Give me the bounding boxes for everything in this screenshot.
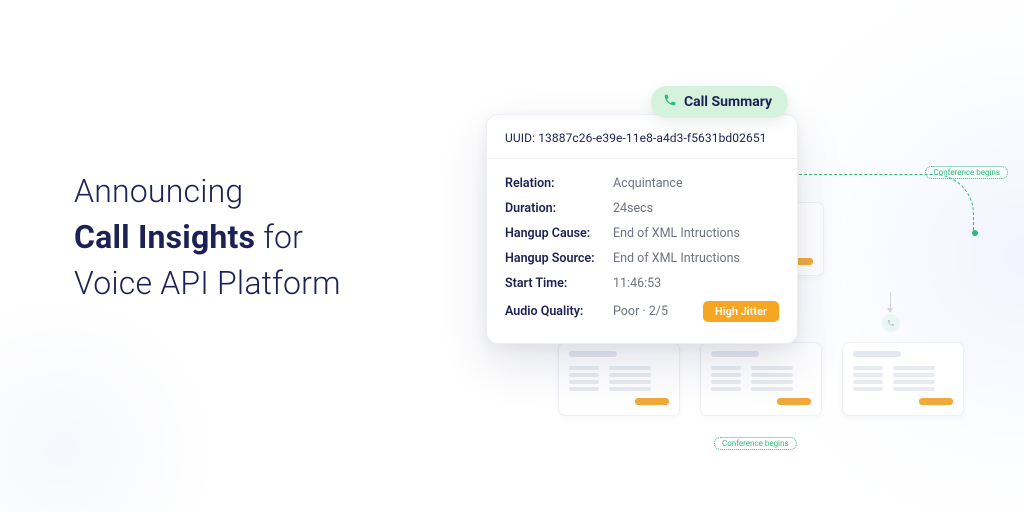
flow-label-top: Conference begins — [925, 166, 1008, 179]
hero-headline: Announcing Call Insights for Voice API P… — [74, 168, 454, 306]
audio-quality-badge: High Jitter — [703, 301, 779, 322]
row-key: Start Time: — [505, 276, 613, 291]
summary-row-duration: Duration: 24secs — [505, 196, 779, 221]
call-summary-body: Relation: Acquintance Duration: 24secs H… — [487, 159, 797, 343]
summary-row-relation: Relation: Acquintance — [505, 171, 779, 196]
row-value: Acquintance — [613, 176, 779, 191]
summary-row-hangup-source: Hangup Source: End of XML Intructions — [505, 246, 779, 271]
uuid-label: UUID: — [505, 131, 535, 145]
phone-icon — [882, 314, 900, 332]
headline-bold: Call Insights — [74, 218, 255, 256]
headline-rest: for — [255, 218, 303, 256]
flow-label-bottom: Conference begins — [714, 437, 797, 450]
row-value: End of XML Intructions — [613, 251, 779, 266]
call-summary-card: UUID: 13887c26-e39e-11e8-a4d3-f5631bd026… — [486, 114, 798, 344]
summary-row-start-time: Start Time: 11:46:53 — [505, 271, 779, 296]
row-key: Audio Quality: — [505, 304, 613, 319]
row-key: Relation: — [505, 176, 613, 191]
row-key: Hangup Cause: — [505, 226, 613, 241]
call-summary-mini-card — [842, 342, 964, 416]
call-summary-panel: Call Summary UUID: 13887c26-e39e-11e8-a4… — [486, 114, 798, 344]
headline-line-2: Call Insights for — [74, 214, 454, 260]
summary-row-hangup-cause: Hangup Cause: End of XML Intructions — [505, 221, 779, 246]
uuid-value: 13887c26-e39e-11e8-a4d3-f5631bd02651 — [538, 131, 766, 145]
row-key: Hangup Source: — [505, 251, 613, 266]
row-value: 11:46:53 — [613, 276, 779, 291]
headline-line-1: Announcing — [74, 168, 454, 214]
row-value: End of XML Intructions — [613, 226, 779, 241]
headline-line-3: Voice API Platform — [74, 260, 454, 306]
flow-arrow-icon — [890, 292, 891, 310]
row-key: Duration: — [505, 201, 613, 216]
call-summary-pill-label: Call Summary — [684, 94, 772, 110]
call-summary-mini-card — [700, 342, 822, 416]
uuid-row: UUID: 13887c26-e39e-11e8-a4d3-f5631bd026… — [487, 115, 797, 159]
flow-connector-dashed — [794, 174, 974, 234]
phone-icon — [663, 93, 677, 111]
row-value: Poor · 2/5 — [613, 304, 703, 319]
flow-connector-dot — [972, 230, 978, 236]
summary-row-audio-quality: Audio Quality: Poor · 2/5 High Jitter — [505, 296, 779, 327]
call-summary-pill[interactable]: Call Summary — [651, 86, 788, 118]
row-value: 24secs — [613, 201, 779, 216]
call-summary-mini-card — [558, 342, 680, 416]
